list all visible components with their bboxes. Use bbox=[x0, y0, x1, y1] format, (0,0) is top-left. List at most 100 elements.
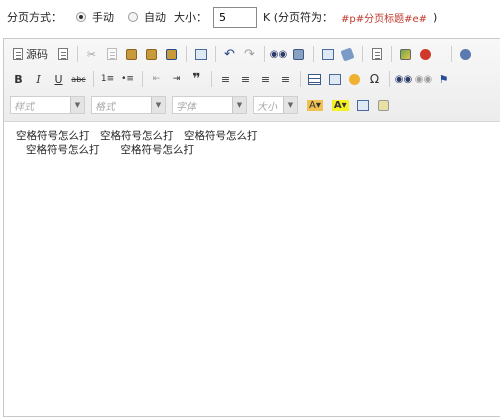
image-icon bbox=[400, 48, 411, 60]
special-char-button[interactable]: Ω bbox=[366, 71, 383, 88]
size-input[interactable] bbox=[213, 6, 257, 28]
replace-icon bbox=[293, 48, 304, 60]
scissors-icon: ✂ bbox=[86, 47, 97, 61]
smiley-icon bbox=[349, 73, 360, 85]
table-button[interactable] bbox=[306, 71, 323, 88]
page-break-marker: #p#分页标题#e# bbox=[341, 13, 428, 25]
cut-button[interactable]: ✂ bbox=[83, 46, 100, 63]
preview-button[interactable]: ◉◉ bbox=[395, 71, 412, 88]
manual-radio[interactable] bbox=[76, 12, 86, 22]
source-button[interactable]: 源码 bbox=[10, 46, 51, 63]
horizontal-rule-icon bbox=[328, 73, 341, 85]
remove-format-button[interactable] bbox=[339, 46, 356, 63]
spellcheck-button[interactable] bbox=[368, 46, 385, 63]
rich-text-editor: 源码 ✂ ↶ ↷ ◉◉ B I U abc 1≡ •≡ ⇤ ⇥ ❞ ≡ ≡ ≡ … bbox=[3, 38, 500, 417]
align-right-button[interactable]: ≡ bbox=[257, 71, 274, 88]
undo-icon: ↶ bbox=[224, 46, 235, 62]
image-button[interactable] bbox=[397, 46, 414, 63]
chevron-down-icon: ▼ bbox=[283, 97, 297, 113]
toolbar-separator bbox=[211, 71, 212, 87]
toolbar-separator bbox=[215, 46, 216, 62]
find-button[interactable]: ◉◉ bbox=[270, 46, 287, 63]
style-placeholder: 样式 bbox=[14, 101, 34, 113]
flash-button[interactable] bbox=[417, 46, 434, 63]
clipboard-icon bbox=[126, 48, 137, 60]
size-select[interactable]: 大小 ▼ bbox=[253, 96, 298, 114]
document-icon bbox=[57, 48, 68, 60]
align-left-icon: ≡ bbox=[220, 72, 231, 86]
align-right-icon: ≡ bbox=[260, 72, 271, 86]
gear-icon bbox=[460, 48, 471, 60]
chevron-down-icon: ▼ bbox=[70, 97, 84, 113]
toolbar-separator bbox=[391, 46, 392, 62]
flash-icon bbox=[420, 48, 431, 60]
toolbar-row-1: 源码 ✂ ↶ ↷ ◉◉ bbox=[10, 43, 477, 65]
align-justify-icon: ≡ bbox=[280, 72, 291, 86]
font-placeholder: 字体 bbox=[176, 101, 196, 113]
blockquote-button[interactable]: ❞ bbox=[188, 71, 205, 88]
editor-toolbar: 源码 ✂ ↶ ↷ ◉◉ B I U abc 1≡ •≡ ⇤ ⇥ ❞ ≡ ≡ ≡ … bbox=[4, 39, 500, 122]
bullet-list-button[interactable]: •≡ bbox=[119, 71, 136, 88]
replace-button[interactable] bbox=[290, 46, 307, 63]
manual-radio-label[interactable]: 手动 bbox=[92, 9, 114, 25]
horizontal-rule-button[interactable] bbox=[326, 71, 343, 88]
toolbar-separator bbox=[313, 46, 314, 62]
paste-button[interactable] bbox=[123, 46, 140, 63]
numbered-list-button[interactable]: 1≡ bbox=[99, 71, 116, 88]
content-line-2: 空格符号怎么打 空格符号怎么打 bbox=[26, 144, 194, 156]
bullet-list-icon: •≡ bbox=[121, 74, 134, 84]
quote-icon: ❞ bbox=[192, 71, 201, 87]
toolbar-row-2: B I U abc 1≡ •≡ ⇤ ⇥ ❞ ≡ ≡ ≡ ≡ Ω ◉◉ ◉◉ ⚑ bbox=[10, 68, 455, 90]
flag-icon: ⚑ bbox=[438, 72, 449, 86]
indent-icon: ⇥ bbox=[172, 74, 181, 84]
auto-radio-label[interactable]: 自动 bbox=[144, 9, 166, 25]
document-button[interactable] bbox=[54, 46, 71, 63]
align-left-button[interactable]: ≡ bbox=[217, 71, 234, 88]
numbered-list-icon: 1≡ bbox=[100, 74, 115, 84]
redo-button[interactable]: ↷ bbox=[241, 46, 258, 63]
copy-button[interactable] bbox=[103, 46, 120, 63]
outdent-button[interactable]: ⇤ bbox=[148, 71, 165, 88]
smiley-button[interactable] bbox=[346, 71, 363, 88]
anchor-button[interactable]: ⚑ bbox=[435, 71, 452, 88]
undo-button[interactable]: ↶ bbox=[221, 46, 238, 63]
redo-icon: ↷ bbox=[244, 46, 255, 62]
plugin-button[interactable] bbox=[457, 46, 474, 63]
maximize-button[interactable] bbox=[375, 97, 392, 114]
paste-text-button[interactable] bbox=[143, 46, 160, 63]
chevron-down-icon: ▼ bbox=[232, 97, 246, 113]
toolbar-separator bbox=[186, 46, 187, 62]
align-center-button[interactable]: ≡ bbox=[237, 71, 254, 88]
format-select[interactable]: 格式 ▼ bbox=[91, 96, 166, 114]
text-color-button[interactable]: A▾ bbox=[304, 97, 326, 114]
align-justify-button[interactable]: ≡ bbox=[277, 71, 294, 88]
bg-color-button[interactable]: A▾ bbox=[329, 97, 352, 114]
italic-button[interactable]: I bbox=[30, 71, 47, 88]
indent-button[interactable]: ⇥ bbox=[168, 71, 185, 88]
font-select[interactable]: 字体 ▼ bbox=[172, 96, 247, 114]
bold-button[interactable]: B bbox=[10, 71, 27, 88]
paste-word-button[interactable] bbox=[163, 46, 180, 63]
underline-button[interactable]: U bbox=[50, 71, 67, 88]
toolbar-separator bbox=[264, 46, 265, 62]
align-center-icon: ≡ bbox=[240, 72, 251, 86]
toolbar-separator bbox=[389, 71, 390, 87]
full-width-icon bbox=[357, 99, 370, 111]
unit-text: K (分页符为： bbox=[263, 11, 334, 24]
strikethrough-button[interactable]: abc bbox=[70, 71, 87, 88]
copy-icon bbox=[106, 48, 117, 60]
toolbar-row-3: 样式 ▼ 格式 ▼ 字体 ▼ 大小 ▼ A▾ A▾ bbox=[10, 94, 395, 116]
print-button[interactable] bbox=[192, 46, 209, 63]
binoculars-icon: ◉◉ bbox=[414, 73, 433, 85]
full-width-button[interactable] bbox=[355, 97, 372, 114]
editor-content-area[interactable]: 空格符号怎么打 空格符号怎么打 空格符号怎么打 空格符号怎么打 空格符号怎么打 bbox=[16, 129, 486, 157]
preview-alt-button[interactable]: ◉◉ bbox=[415, 71, 432, 88]
spellcheck-icon bbox=[371, 48, 382, 60]
auto-radio[interactable] bbox=[128, 12, 138, 22]
select-all-button[interactable] bbox=[319, 46, 336, 63]
style-select[interactable]: 样式 ▼ bbox=[10, 96, 85, 114]
source-label: 源码 bbox=[26, 48, 48, 61]
table-icon bbox=[308, 73, 321, 85]
binoculars-icon: ◉◉ bbox=[269, 48, 288, 60]
maximize-icon bbox=[377, 99, 389, 111]
